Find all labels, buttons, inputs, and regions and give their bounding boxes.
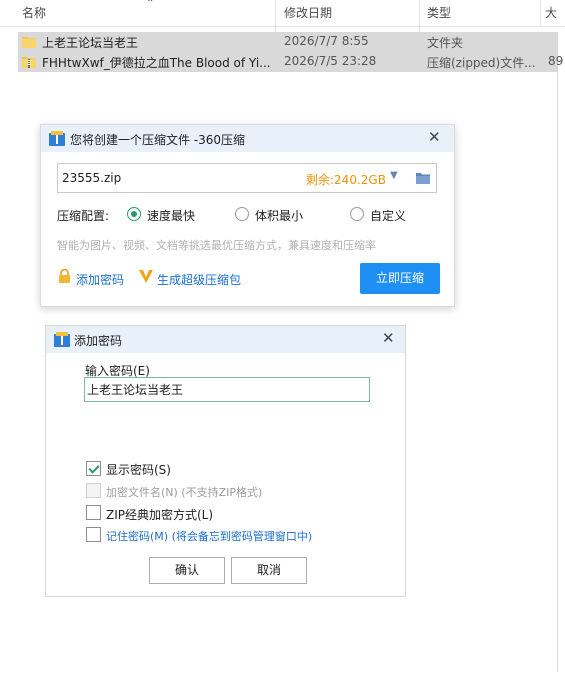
encrypt-filename-checkbox[interactable] (86, 483, 101, 498)
option-smallest-label[interactable]: 体积最小 (255, 207, 303, 224)
password-value: 上老王论坛当老王 (87, 383, 184, 397)
file-row[interactable]: 上老王论坛当老王 2026/7/7 8:55 文件夹 (18, 32, 558, 52)
column-divider[interactable] (275, 0, 276, 26)
option-fastest-label[interactable]: 速度最快 (147, 207, 195, 224)
password-dialog: 添加密码 ✕ 输入密码(E) 上老王论坛当老王 显示密码(S) 加密文件名(N)… (45, 325, 406, 597)
remember-password-checkbox[interactable] (86, 527, 101, 542)
radio-fastest[interactable] (127, 207, 141, 221)
free-space: 剩余:240.2GB (306, 173, 386, 187)
radio-custom[interactable] (350, 207, 364, 221)
hint-text: 智能为图片、视频、文档等挑选最优压缩方式，兼具速度和压缩率 (57, 239, 376, 252)
dialog-title: 您将创建一个压缩文件 -360压缩 (70, 133, 246, 147)
sort-chevron-icon: ⌃ (146, 0, 155, 9)
file-type: 文件夹 (427, 36, 464, 50)
pane-border (557, 72, 558, 672)
column-header-bar: 名称 ⌃ 修改日期 类型 大 (0, 0, 565, 27)
archive-icon (54, 332, 70, 347)
zip-classic-label[interactable]: ZIP经典加密方式(L) (106, 506, 213, 523)
close-icon[interactable]: ✕ (382, 329, 395, 347)
encrypt-filename-label: 加密文件名(N) (不支持ZIP格式) (106, 486, 263, 499)
file-size: 89 (548, 54, 564, 68)
filename-value: 23555.zip (62, 171, 122, 185)
file-type: 压缩(zipped)文件... (427, 56, 536, 70)
vip-v-icon (139, 270, 153, 283)
config-label: 压缩配置: (57, 209, 110, 223)
filename-input[interactable]: 23555.zip 剩余:240.2GB ▼ (57, 163, 437, 193)
chevron-down-icon[interactable]: ▼ (390, 170, 398, 181)
file-date: 2026/7/5 23:28 (284, 54, 377, 68)
archive-icon (49, 131, 65, 146)
column-date[interactable]: 修改日期 (284, 4, 332, 21)
show-password-label[interactable]: 显示密码(S) (106, 461, 171, 478)
lock-icon[interactable] (58, 269, 71, 283)
folder-browse-icon[interactable] (416, 172, 430, 184)
compress-dialog: 您将创建一个压缩文件 -360压缩 ✕ 23555.zip 剩余:240.2GB… (40, 124, 455, 307)
file-date: 2026/7/7 8:55 (284, 34, 369, 48)
column-divider[interactable] (419, 0, 420, 26)
close-icon[interactable]: ✕ (428, 128, 441, 146)
radio-smallest[interactable] (235, 207, 249, 221)
column-name[interactable]: 名称 (22, 4, 46, 21)
file-name: FHHtwXwf_伊德拉之血The Blood of Yi... (42, 56, 271, 70)
zip-classic-checkbox[interactable] (86, 505, 101, 520)
column-divider[interactable] (540, 0, 541, 26)
password-input[interactable]: 上老王论坛当老王 (84, 377, 370, 402)
remember-password-label[interactable]: 记住密码(M) (将会备忘到密码管理窗口中) (106, 528, 312, 544)
super-pack-link[interactable]: 生成超级压缩包 (157, 271, 241, 288)
show-password-checkbox[interactable] (86, 461, 101, 476)
dialog-titlebar[interactable]: 添加密码 ✕ (46, 326, 405, 353)
dialog-title: 添加密码 (74, 334, 123, 348)
cancel-button[interactable]: 取消 (231, 557, 307, 584)
add-password-link[interactable]: 添加密码 (76, 271, 124, 288)
file-name: 上老王论坛当老王 (42, 36, 139, 50)
zip-folder-icon (22, 57, 36, 68)
file-row[interactable]: FHHtwXwf_伊德拉之血The Blood of Yi... 2026/7/… (18, 52, 563, 72)
dialog-titlebar[interactable]: 您将创建一个压缩文件 -360压缩 ✕ (41, 125, 454, 152)
compress-now-button[interactable]: 立即压缩 (360, 263, 440, 294)
folder-icon (22, 37, 36, 48)
column-size[interactable]: 大 (545, 4, 557, 21)
column-type[interactable]: 类型 (427, 4, 451, 21)
ok-button[interactable]: 确认 (149, 557, 225, 584)
option-custom-label[interactable]: 自定义 (370, 207, 406, 224)
